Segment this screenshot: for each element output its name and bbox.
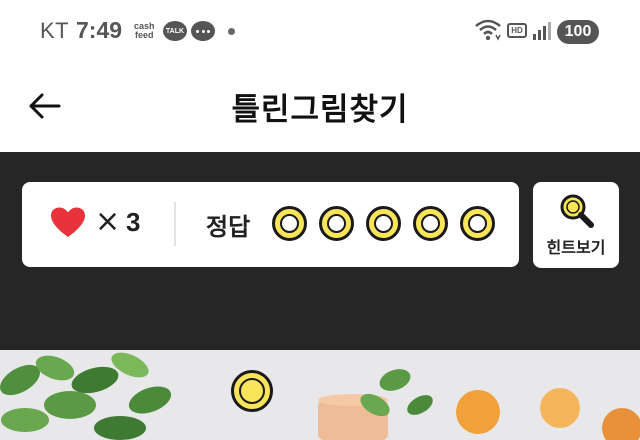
- hd-icon: HD: [507, 23, 527, 38]
- heart-icon: [51, 207, 85, 237]
- found-difference-marker: [231, 370, 273, 412]
- answer-slot: [413, 206, 448, 241]
- answer-slot: [272, 206, 307, 241]
- puzzle-photo: [0, 350, 640, 440]
- magnifier-icon: [560, 194, 594, 228]
- answer-slot: [366, 206, 401, 241]
- hint-label: 힌트보기: [546, 238, 606, 257]
- kakaotalk-icon: TALK: [163, 21, 187, 41]
- wifi-icon: [475, 19, 501, 41]
- app-bar: 틀린그림찾기: [0, 64, 640, 152]
- battery-icon: 100: [557, 20, 599, 44]
- answer-slots: [272, 206, 507, 241]
- score-card: × 3 정답: [22, 182, 519, 267]
- signal-icon: [533, 22, 551, 40]
- divider: [174, 202, 176, 246]
- carrier-label: KT: [40, 18, 70, 43]
- status-bar: KT 7:49 cash feed TALK HD 100: [0, 0, 640, 64]
- page-title: 틀린그림찾기: [231, 92, 409, 128]
- answer-label: 정답: [206, 213, 251, 241]
- clock: 7:49: [76, 17, 123, 43]
- lives-count: 3: [126, 207, 141, 237]
- cashfeed-icon: cash feed: [134, 22, 155, 40]
- message-icon: [191, 21, 215, 41]
- cashfeed-icon-line2: feed: [135, 30, 154, 40]
- hint-button[interactable]: 힌트보기: [533, 182, 619, 268]
- more-notifications-dot-icon: [228, 28, 235, 35]
- puzzle-image[interactable]: [0, 350, 640, 440]
- game-header: × 3 정답 힌트보기: [0, 152, 640, 350]
- answer-slot: [460, 206, 495, 241]
- answer-slot: [319, 206, 354, 241]
- times-sign: ×: [95, 204, 121, 239]
